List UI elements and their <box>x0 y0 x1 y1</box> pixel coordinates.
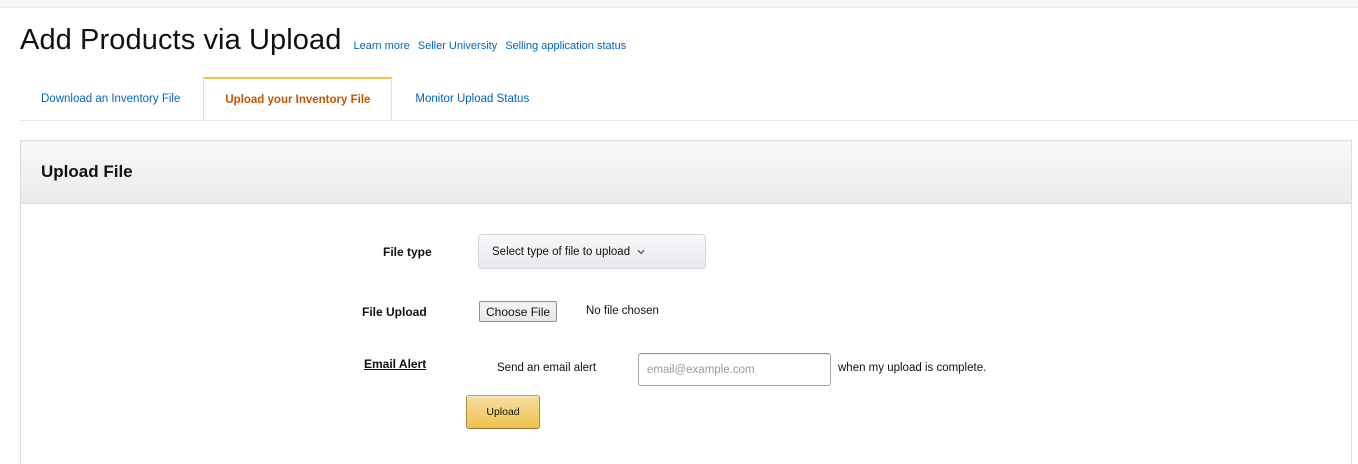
tab-monitor-upload-status[interactable]: Monitor Upload Status <box>394 77 550 121</box>
email-field[interactable] <box>638 353 831 386</box>
seller-university-link[interactable]: Seller University <box>418 40 497 52</box>
upload-button[interactable]: Upload <box>466 395 540 429</box>
upload-file-panel: Upload File File type Select type of fil… <box>20 140 1352 464</box>
tab-bar: Download an Inventory File Upload your I… <box>20 77 550 121</box>
selling-application-status-link[interactable]: Selling application status <box>505 40 626 52</box>
tabs-divider <box>20 120 1358 121</box>
file-type-label: File type <box>383 245 432 259</box>
tab-download-inventory-file[interactable]: Download an Inventory File <box>20 77 201 121</box>
file-type-selected-value: Select type of file to upload <box>492 245 631 258</box>
panel-header: Upload File <box>21 141 1351 204</box>
file-type-select[interactable]: Select type of file to upload <box>478 234 706 269</box>
email-alert-label[interactable]: Email Alert <box>364 357 426 371</box>
top-divider <box>0 0 1358 8</box>
panel-title: Upload File <box>41 162 133 181</box>
email-alert-prefix: Send an email alert <box>497 362 597 374</box>
file-upload-label: File Upload <box>362 305 427 319</box>
file-status-text: No file chosen <box>586 305 659 317</box>
page-title: Add Products via Upload <box>20 24 342 56</box>
tab-upload-inventory-file[interactable]: Upload your Inventory File <box>203 77 393 121</box>
chevron-down-icon <box>636 247 646 257</box>
choose-file-button[interactable]: Choose File <box>479 301 558 322</box>
learn-more-link[interactable]: Learn more <box>353 40 409 52</box>
email-alert-suffix: when my upload is complete. <box>838 362 987 374</box>
title-row: Add Products via Upload Learn more Selle… <box>20 24 626 57</box>
